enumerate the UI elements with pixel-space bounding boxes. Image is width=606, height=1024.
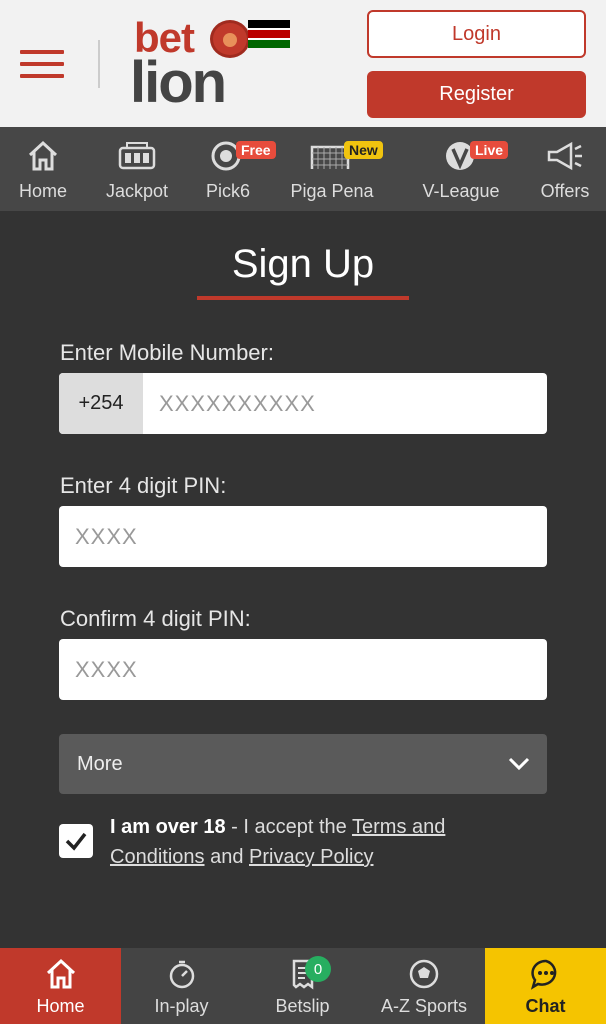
bottom-nav-home[interactable]: Home xyxy=(0,948,121,1024)
country-code: +254 xyxy=(59,373,143,434)
confirm-pin-label: Confirm 4 digit PIN: xyxy=(60,606,251,631)
top-nav-jackpot[interactable]: Jackpot xyxy=(96,127,178,211)
header: bet lion Login Register xyxy=(0,0,606,127)
bottom-nav-label: Home xyxy=(36,996,85,1016)
top-nav-piga-pena[interactable]: New Piga Pena xyxy=(282,127,383,211)
logo-lion-text: lion xyxy=(130,50,227,115)
bottom-nav-az-sports[interactable]: A-Z Sports xyxy=(363,948,485,1024)
top-nav-offers[interactable]: Offers xyxy=(532,127,598,211)
betlion-logo[interactable]: bet lion xyxy=(130,14,300,114)
confirm-pin-placeholder: XXXX xyxy=(75,656,138,682)
mobile-placeholder: XXXXXXXXXX xyxy=(159,390,316,416)
bottom-nav-label: Chat xyxy=(525,996,566,1016)
soccer-ball-icon xyxy=(409,959,439,989)
register-button[interactable]: Register xyxy=(367,71,586,118)
top-nav-home[interactable]: Home xyxy=(8,127,78,211)
more-dropdown[interactable]: More xyxy=(59,734,547,794)
kenya-flag-icon xyxy=(248,20,290,50)
terms-text: I am over 18 - I accept the Terms and Co… xyxy=(110,812,530,872)
bottom-nav-label: A-Z Sports xyxy=(380,996,468,1016)
stopwatch-icon xyxy=(169,960,194,989)
new-badge: New xyxy=(344,141,383,159)
home-icon xyxy=(46,958,75,989)
accept-text: - I accept the xyxy=(225,816,352,838)
top-nav-label: Offers xyxy=(540,181,590,201)
top-nav-label: Piga Pena xyxy=(290,181,374,201)
confirm-pin-field[interactable]: XXXX xyxy=(59,639,547,700)
pin-placeholder: XXXX xyxy=(75,523,138,549)
top-nav: Home Jackpot Free Pick6 New Piga Pena Li… xyxy=(0,127,606,211)
age-consent-checkbox[interactable] xyxy=(59,824,93,858)
pin-field[interactable]: XXXX xyxy=(59,506,547,567)
slot-machine-icon xyxy=(118,142,156,170)
top-nav-label: Home xyxy=(18,181,67,201)
hamburger-menu-icon[interactable] xyxy=(20,50,64,78)
checkmark-icon xyxy=(65,832,87,851)
bottom-nav-chat[interactable]: Chat xyxy=(485,948,606,1024)
login-button[interactable]: Login xyxy=(367,10,586,58)
pin-label: Enter 4 digit PIN: xyxy=(60,473,227,498)
bottom-nav-betslip[interactable]: Betslip xyxy=(242,948,363,1024)
and-text: and xyxy=(204,846,249,868)
megaphone-icon xyxy=(547,141,582,171)
top-nav-v-league[interactable]: Live V-League xyxy=(412,127,510,211)
mobile-number-field[interactable]: +254 XXXXXXXXXX xyxy=(59,373,547,434)
chat-icon xyxy=(530,959,556,990)
header-divider xyxy=(98,40,100,88)
mobile-label: Enter Mobile Number: xyxy=(60,340,274,365)
top-nav-pick6[interactable]: Free Pick6 xyxy=(196,127,276,211)
bottom-nav: Home In-play Betslip 0 A-Z Sports Chat xyxy=(0,948,606,1024)
chevron-down-icon xyxy=(508,757,530,771)
privacy-link[interactable]: Privacy Policy xyxy=(249,846,373,868)
bottom-nav-label: In-play xyxy=(154,996,209,1016)
bottom-nav-in-play[interactable]: In-play xyxy=(121,948,242,1024)
betslip-count-badge: 0 xyxy=(305,956,331,982)
top-nav-label: V-League xyxy=(422,181,500,201)
top-nav-label: Jackpot xyxy=(105,181,169,201)
home-icon xyxy=(28,140,58,171)
top-nav-label: Pick6 xyxy=(205,181,250,201)
free-badge: Free xyxy=(236,141,276,159)
page-title: Sign Up xyxy=(231,242,375,286)
bottom-nav-label: Betslip xyxy=(275,996,330,1016)
title-underline xyxy=(197,296,409,300)
age-text: I am over 18 xyxy=(110,816,226,838)
more-label: More xyxy=(77,752,123,775)
live-badge: Live xyxy=(470,141,509,159)
